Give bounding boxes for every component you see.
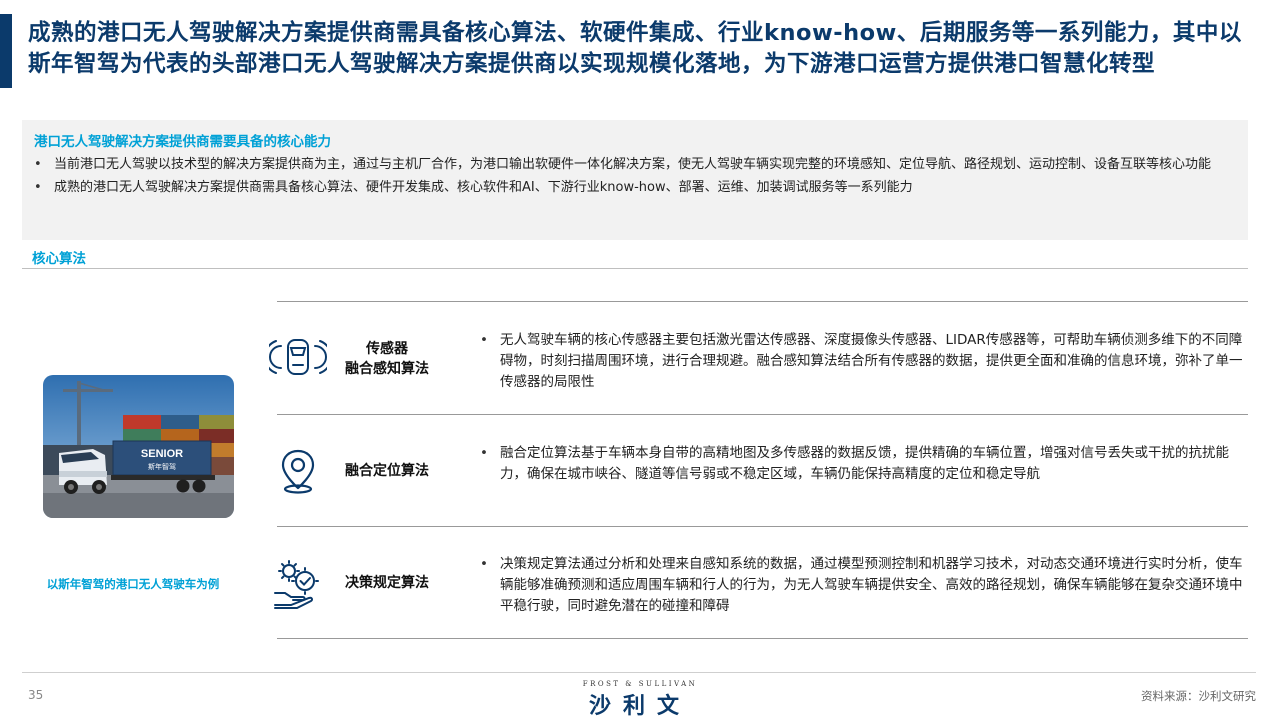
photo-caption: 以斯年智驾的港口无人驾驶车为例	[46, 577, 220, 591]
panel-bullet: 成熟的港口无人驾驶解决方案提供商需具备核心算法、硬件开发集成、核心软件和AI、下…	[22, 177, 1240, 198]
row-label-line: 融合感知算法	[345, 361, 429, 377]
footer-divider	[22, 672, 1256, 673]
port-truck-photo: SENIOR 斯年智驾	[43, 375, 234, 518]
page-number: 35	[28, 688, 44, 702]
location-pin-icon	[269, 442, 327, 500]
section-divider	[22, 268, 1248, 269]
title-accent-bar	[0, 14, 12, 88]
brand-logo-cn: 沙利文	[588, 694, 691, 719]
row-label-line: 传感器	[366, 341, 408, 357]
panel-title: 港口无人驾驶解决方案提供商需要具备的核心能力	[34, 134, 331, 150]
row-divider	[277, 638, 1248, 639]
decision-gears-icon	[269, 553, 327, 611]
core-capabilities-panel: 港口无人驾驶解决方案提供商需要具备的核心能力 当前港口无人驾驶以技术型的解决方案…	[22, 120, 1248, 240]
row-description: 无人驾驶车辆的核心传感器主要包括激光雷达传感器、深度摄像头传感器、LIDAR传感…	[478, 330, 1248, 393]
row-divider	[277, 301, 1248, 302]
car-sensor-icon	[263, 328, 333, 386]
truck-brand-en: SENIOR	[141, 448, 183, 460]
row-divider	[277, 414, 1248, 415]
truck-brand-cn: 斯年智驾	[148, 462, 176, 471]
source-note: 资料来源：沙利文研究	[1141, 689, 1256, 703]
brand-logo-en: FROST & SULLIVAN	[582, 680, 698, 688]
panel-bullet: 当前港口无人驾驶以技术型的解决方案提供商为主，通过与主机厂合作，为港口输出软硬件…	[22, 154, 1240, 175]
row-label-fusion-positioning: 融合定位算法	[345, 463, 429, 479]
row-label-sensor-fusion: 传感器 融合感知算法	[332, 339, 442, 379]
row-description: 融合定位算法基于车辆本身自带的高精地图及多传感器的数据反馈，提供精确的车辆位置，…	[478, 443, 1248, 485]
panel-bullet-list: 当前港口无人驾驶以技术型的解决方案提供商为主，通过与主机厂合作，为港口输出软硬件…	[22, 154, 1240, 200]
page-title: 成熟的港口无人驾驶解决方案提供商需具备核心算法、软硬件集成、行业know-how…	[28, 20, 1242, 77]
row-divider	[277, 526, 1248, 527]
row-description: 决策规定算法通过分析和处理来自感知系统的数据，通过模型预测控制和机器学习技术，对…	[478, 554, 1248, 617]
section-title: 核心算法	[32, 251, 86, 267]
row-label-decision-planning: 决策规定算法	[345, 575, 429, 591]
